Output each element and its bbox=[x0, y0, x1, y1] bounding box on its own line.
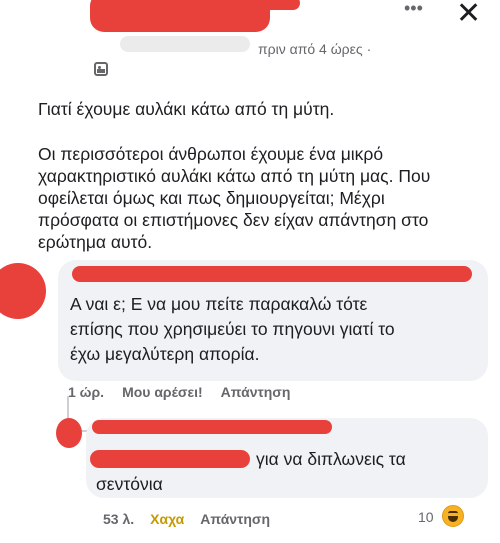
reply-reply-button[interactable]: Απάντηση bbox=[200, 511, 270, 527]
reply-button[interactable]: Απάντηση bbox=[221, 384, 291, 400]
post-body: Οι περισσότεροι άνθρωποι έχουμε ένα μικρ… bbox=[38, 144, 431, 252]
redacted-mention bbox=[90, 450, 250, 468]
timestamp-text[interactable]: πριν από 4 ώρες bbox=[258, 41, 363, 57]
reply-time[interactable]: 53 λ. bbox=[103, 511, 134, 527]
three-dots-icon[interactable]: ••• bbox=[404, 0, 423, 19]
reply-text-line1: για να διπλωνεις τα bbox=[256, 449, 406, 469]
haha-reaction-button[interactable]: Χαχα bbox=[150, 511, 184, 527]
friends-audience-icon[interactable] bbox=[94, 62, 108, 76]
redacted-author-name-tail bbox=[250, 0, 300, 10]
reaction-count[interactable]: 10 bbox=[418, 509, 434, 525]
redacted-author-meta bbox=[120, 36, 250, 52]
redacted-author-name bbox=[90, 0, 270, 32]
like-button[interactable]: Μου αρέσει! bbox=[122, 384, 203, 400]
avatar[interactable] bbox=[56, 418, 82, 448]
comment-actions: 1 ώρ. Μου αρέσει! Απάντηση bbox=[68, 384, 308, 400]
meta-separator: · bbox=[366, 41, 372, 57]
close-icon[interactable]: ✕ bbox=[456, 0, 481, 31]
post-title: Γιατί έχουμε αυλάκι κάτω από τη μύτη. bbox=[38, 99, 335, 119]
reply-text-line2: σεντόνια bbox=[96, 474, 163, 494]
post-timestamp[interactable]: πριν από 4 ώρες · bbox=[258, 41, 371, 57]
redacted-replier-name bbox=[92, 420, 332, 434]
reply-actions: 53 λ. Χαχα Απάντηση bbox=[103, 511, 270, 527]
avatar[interactable] bbox=[0, 263, 46, 319]
redacted-commenter-name bbox=[72, 266, 472, 282]
comment-text: Α ναι ε; Ε να μου πείτε παρακαλώ τότε επ… bbox=[70, 294, 395, 364]
haha-emoji-icon[interactable] bbox=[442, 505, 464, 527]
